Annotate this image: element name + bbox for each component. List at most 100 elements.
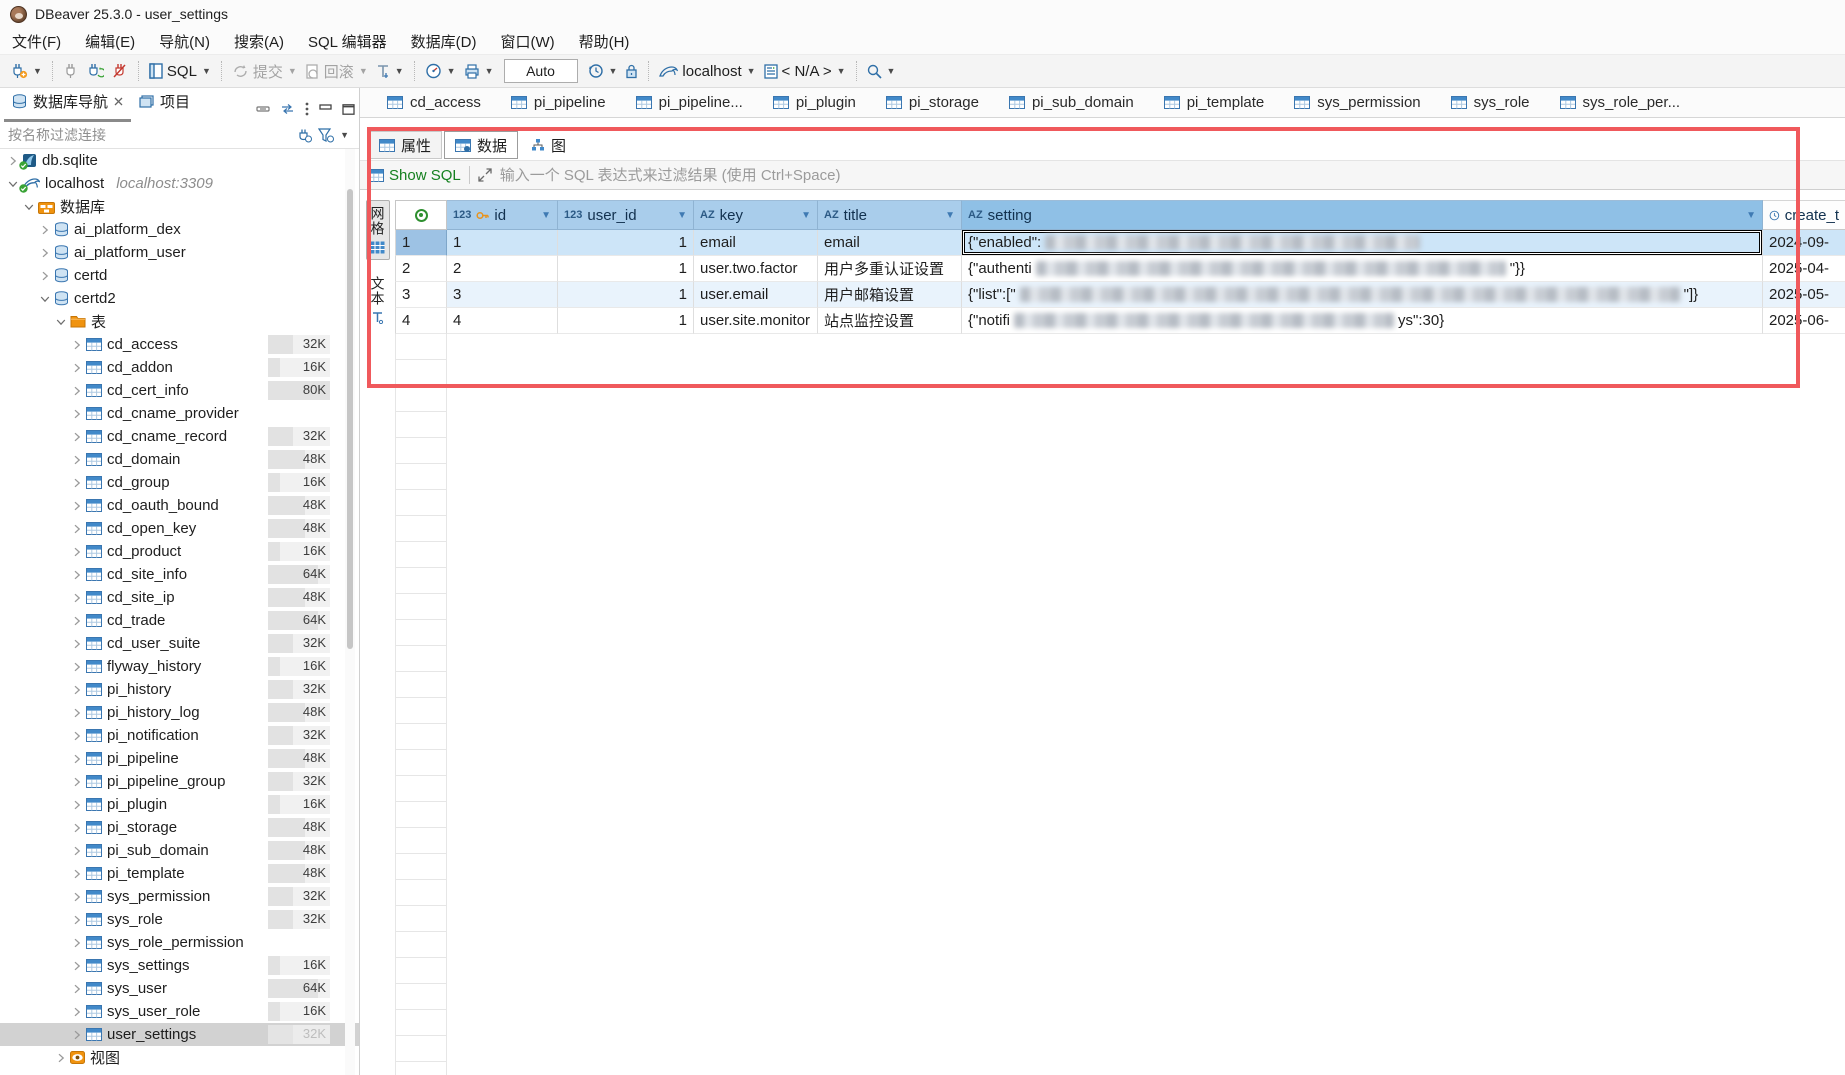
column-header-user_id[interactable]: 123user_id▼ <box>558 200 694 230</box>
chevron-right-icon[interactable] <box>70 430 84 444</box>
result-tab-图[interactable]: 图 <box>520 131 577 159</box>
disconnect-button[interactable] <box>108 60 132 82</box>
dropdown-arrow-icon[interactable]: ▼ <box>395 66 404 76</box>
editor-tab-pi_template[interactable]: pi_template <box>1149 88 1280 117</box>
row-number[interactable]: 3 <box>395 282 447 308</box>
dropdown-arrow-icon[interactable]: ▼ <box>340 130 349 140</box>
sql-editor-button[interactable]: SQL ▼ <box>145 60 215 83</box>
chevron-down-icon[interactable] <box>6 177 20 191</box>
chevron-right-icon[interactable] <box>70 499 84 513</box>
connect-button[interactable] <box>59 60 83 82</box>
tab-projects[interactable]: 项目 <box>131 86 198 122</box>
cell-key[interactable]: user.site.monitor <box>694 308 818 334</box>
plug-filter-icon[interactable] <box>296 128 313 143</box>
commit-button[interactable]: 提交 ▼ <box>228 58 301 85</box>
tree-item-dbsqlite[interactable]: db.sqlite <box>0 149 359 172</box>
cell-title[interactable]: 站点监控设置 <box>818 308 962 334</box>
table-row[interactable]: 3 3 1 user.email 用户邮箱设置 {"list":[""]} 20… <box>395 282 1845 308</box>
editor-tab-sys_role[interactable]: sys_role <box>1436 88 1545 117</box>
chevron-right-icon[interactable] <box>6 154 20 168</box>
chevron-right-icon[interactable] <box>70 729 84 743</box>
minimize-icon[interactable] <box>319 104 332 115</box>
tree-item-ai_platform_user[interactable]: ai_platform_user <box>0 241 359 264</box>
cell-create-time[interactable]: 2025-04- <box>1763 256 1845 282</box>
grid-corner-cell[interactable] <box>395 200 447 230</box>
cell-id[interactable]: 1 <box>447 230 558 256</box>
tree-item-ai_platform_dex[interactable]: ai_platform_dex <box>0 218 359 241</box>
chevron-right-icon[interactable] <box>70 775 84 789</box>
chevron-right-icon[interactable] <box>38 223 52 237</box>
dropdown-arrow-icon[interactable]: ▼ <box>887 66 896 76</box>
column-dropdown-icon[interactable]: ▼ <box>801 210 811 221</box>
cell-title[interactable]: 用户邮箱设置 <box>818 282 962 308</box>
dropdown-arrow-icon[interactable]: ▼ <box>202 66 211 76</box>
new-connection-button[interactable]: ▼ <box>6 60 46 82</box>
editor-tab-pi_plugin[interactable]: pi_plugin <box>758 88 871 117</box>
table-row[interactable]: 4 4 1 user.site.monitor 站点监控设置 {"notifiy… <box>395 308 1845 334</box>
tree-item-flyway_history[interactable]: flyway_history16K <box>0 655 359 678</box>
expand-filter-icon[interactable] <box>478 168 492 182</box>
cell-key[interactable]: user.email <box>694 282 818 308</box>
tree-item-user_settings[interactable]: user_settings32K <box>0 1023 359 1046</box>
result-tab-属性[interactable]: 属性 <box>368 131 442 159</box>
tree-item-cd_site_info[interactable]: cd_site_info64K <box>0 563 359 586</box>
column-header-key[interactable]: AZkey▼ <box>694 200 818 230</box>
cell-user-id[interactable]: 1 <box>558 256 694 282</box>
tree-item-cd_cname_record[interactable]: cd_cname_record32K <box>0 425 359 448</box>
chevron-right-icon[interactable] <box>70 821 84 835</box>
chevron-right-icon[interactable] <box>70 568 84 582</box>
chevron-down-icon[interactable] <box>38 292 52 306</box>
rollback-button[interactable]: 回滚 ▼ <box>301 58 372 85</box>
editor-tab-cd_access[interactable]: cd_access <box>372 88 496 117</box>
dropdown-arrow-icon[interactable]: ▼ <box>485 66 494 76</box>
chevron-right-icon[interactable] <box>70 522 84 536</box>
cell-id[interactable]: 4 <box>447 308 558 334</box>
chevron-right-icon[interactable] <box>70 338 84 352</box>
table-row[interactable]: 1 1 1 email email {"enabled": 2024-09- <box>395 230 1845 256</box>
chevron-right-icon[interactable] <box>70 476 84 490</box>
row-number[interactable]: 4 <box>395 308 447 334</box>
cell-title[interactable]: email <box>818 230 962 256</box>
editor-tab-pi_storage[interactable]: pi_storage <box>871 88 994 117</box>
editor-tab-sys_permission[interactable]: sys_permission <box>1279 88 1435 117</box>
tree-item-pi_storage[interactable]: pi_storage48K <box>0 816 359 839</box>
chevron-right-icon[interactable] <box>70 1028 84 1042</box>
cell-setting[interactable]: {"list":[""]} <box>962 282 1763 308</box>
chevron-right-icon[interactable] <box>70 982 84 996</box>
chevron-right-icon[interactable] <box>70 844 84 858</box>
tree-item-pi_pipeline[interactable]: pi_pipeline48K <box>0 747 359 770</box>
database-selector[interactable]: < N/A > ▼ <box>760 60 850 83</box>
cell-id[interactable]: 3 <box>447 282 558 308</box>
tree-item-localhost[interactable]: localhostlocalhost:3309 <box>0 172 359 195</box>
menu-item[interactable]: 文件(F) <box>0 29 73 54</box>
tree-item-pi_template[interactable]: pi_template48K <box>0 862 359 885</box>
cell-setting[interactable]: {"authenti"}} <box>962 256 1763 282</box>
chevron-right-icon[interactable] <box>70 361 84 375</box>
tree-item-cd_cert_info[interactable]: cd_cert_info80K <box>0 379 359 402</box>
tree-item-certd2[interactable]: certd2 <box>0 287 359 310</box>
row-number[interactable]: 1 <box>395 230 447 256</box>
show-sql-button[interactable]: Show SQL <box>368 167 461 184</box>
editor-tab-pi_sub_domain[interactable]: pi_sub_domain <box>994 88 1149 117</box>
menu-item[interactable]: 编辑(E) <box>73 29 147 54</box>
column-header-title[interactable]: AZtitle▼ <box>818 200 962 230</box>
tree-item-cd_group[interactable]: cd_group16K <box>0 471 359 494</box>
menu-item[interactable]: 窗口(W) <box>488 29 566 54</box>
tree-item-cd_trade[interactable]: cd_trade64K <box>0 609 359 632</box>
tree-item-certd[interactable]: certd <box>0 264 359 287</box>
editor-tab-sys_role_per[interactable]: sys_role_per... <box>1545 88 1696 117</box>
cell-title[interactable]: 用户多重认证设置 <box>818 256 962 282</box>
tree-item-pi_sub_domain[interactable]: pi_sub_domain48K <box>0 839 359 862</box>
tree-item-cd_addon[interactable]: cd_addon16K <box>0 356 359 379</box>
dropdown-arrow-icon[interactable]: ▼ <box>609 66 618 76</box>
chevron-right-icon[interactable] <box>70 660 84 674</box>
table-row[interactable]: 2 2 1 user.two.factor 用户多重认证设置 {"authent… <box>395 256 1845 282</box>
column-dropdown-icon[interactable]: ▼ <box>541 210 551 221</box>
tree-item-cd_cname_provider[interactable]: cd_cname_provider <box>0 402 359 425</box>
connection-selector[interactable]: localhost ▼ <box>655 60 759 83</box>
column-header-id[interactable]: 123id▼ <box>447 200 558 230</box>
cell-setting[interactable]: {"enabled": <box>962 230 1763 256</box>
row-number[interactable]: 2 <box>395 256 447 282</box>
chevron-right-icon[interactable] <box>70 867 84 881</box>
dropdown-arrow-icon[interactable]: ▼ <box>359 66 368 76</box>
